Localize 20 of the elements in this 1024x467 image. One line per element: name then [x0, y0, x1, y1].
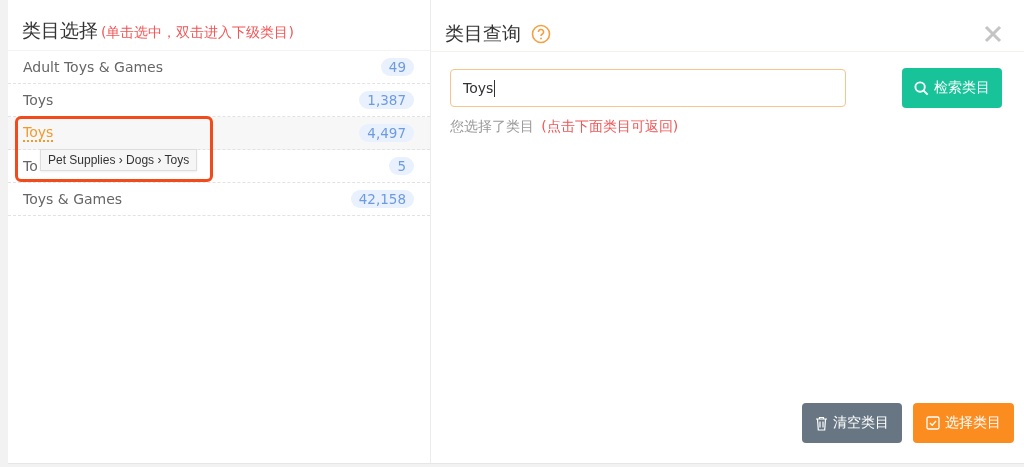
- panel-hint: (单击选中，双击进入下级类目): [101, 24, 294, 40]
- category-row[interactable]: Toys & Games 42,158: [8, 183, 430, 216]
- close-icon[interactable]: [984, 24, 1002, 43]
- category-row[interactable]: Adult Toys & Games 49: [8, 50, 430, 84]
- search-field[interactable]: Toys: [450, 69, 846, 107]
- clear-button[interactable]: 清空类目: [802, 403, 902, 443]
- chosen-hint: (点击下面类目可返回): [541, 118, 679, 134]
- count-badge: 4,497: [359, 124, 414, 142]
- help-icon[interactable]: [531, 23, 551, 44]
- panel-title: 类目查询: [445, 20, 521, 46]
- search-icon: [914, 80, 929, 96]
- count-badge: 42,158: [350, 190, 414, 208]
- count-badge: 49: [380, 58, 414, 76]
- tooltip: Pet Supplies › Dogs › Toys: [40, 149, 198, 171]
- trash-icon: [815, 415, 828, 431]
- chosen-label: 您选择了类目: [450, 118, 534, 134]
- count-badge: 5: [389, 157, 414, 175]
- panel-title: 类目选择: [22, 19, 98, 41]
- count-badge: 1,387: [359, 91, 414, 109]
- checkbox-icon: [926, 416, 940, 430]
